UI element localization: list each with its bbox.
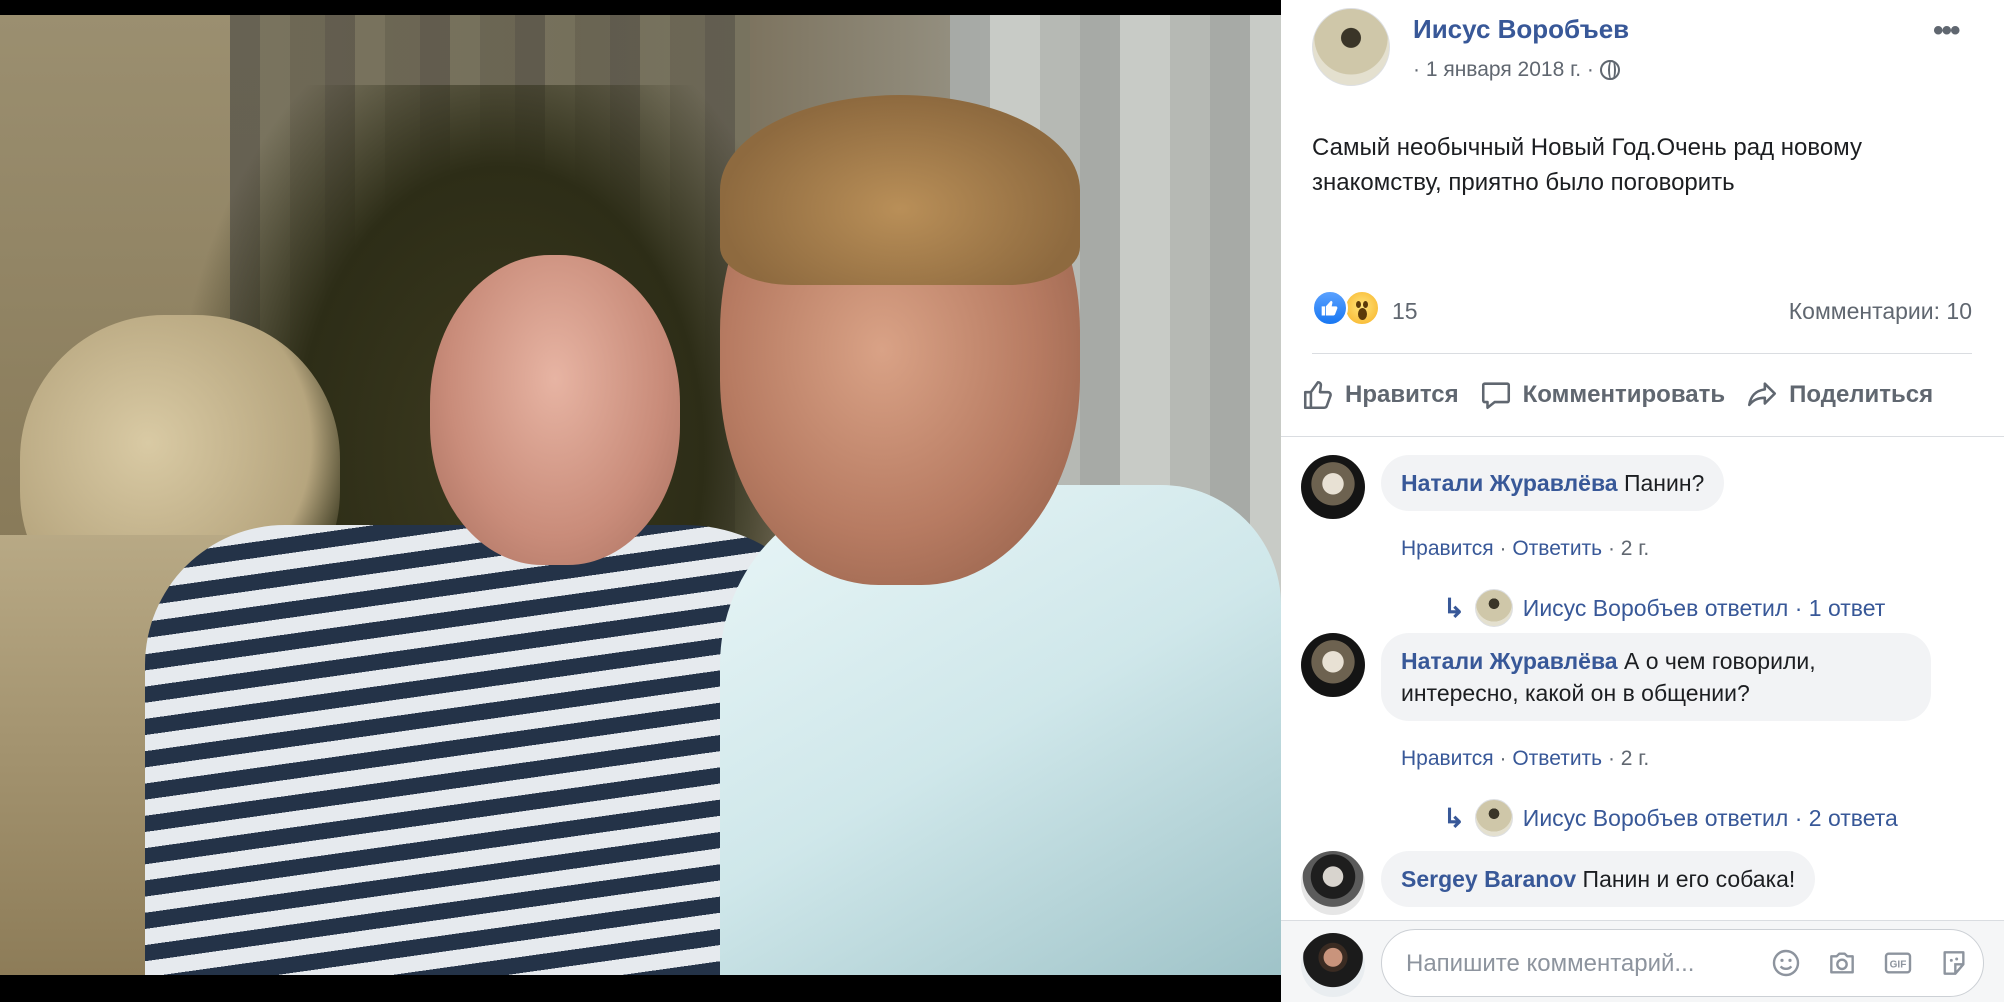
avatar[interactable] [1301,633,1365,697]
more-icon[interactable]: ••• [1933,14,1960,48]
like-label: Нравится [1345,381,1459,408]
comment-item: Натали Журавлёва А о чем говорили, интер… [1301,633,1981,837]
comment-bubble: Натали Журавлёва А о чем говорили, интер… [1381,633,1931,721]
like-reaction-icon [1312,290,1348,326]
comment-icon [1479,378,1513,412]
comment-bubble: Натали Журавлёва Панин? [1381,455,1725,511]
avatar[interactable] [1301,455,1365,519]
wow-reaction-icon [1344,290,1380,326]
comment-text: Панин и его собака! [1582,866,1796,892]
share-button[interactable]: Поделиться [1745,378,1933,412]
comment-item: Sergey Baranov Панин и его собака! [1301,851,1981,917]
post-photo[interactable] [0,15,1281,975]
sticker-icon[interactable] [1937,946,1971,980]
comment-reply-link[interactable]: Ответить [1512,537,1602,560]
replies-link[interactable]: ↳ Иисус Воробъев ответил · 2 ответа [1443,799,1898,837]
comment-reply-link[interactable]: Ответить [1512,747,1602,770]
avatar[interactable] [1301,851,1365,915]
globe-icon[interactable] [1599,60,1620,80]
author-name[interactable]: Иисус Воробъев [1413,14,1629,45]
reply-arrow-icon: ↳ [1443,802,1465,833]
comment-actions: Нравится · Ответить · 2 г. [1401,537,1650,560]
comment-label: Комментировать [1522,381,1726,408]
divider [1312,353,1972,354]
reactions-bar: 15 Комментарии: 10 [1312,290,1972,330]
comment-author[interactable]: Sergey Baranov [1401,866,1576,892]
comment-text: Панин? [1623,470,1705,496]
comment-item: Натали Журавлёва Панин? Нравится · Ответ… [1301,455,1981,627]
thumbs-up-icon [1301,378,1335,412]
gif-icon[interactable]: GIF [1881,946,1915,980]
comment-text-line-2: интересно, какой он в общении? [1401,680,1750,706]
comment-time[interactable]: 2 г. [1621,747,1649,770]
comment-author[interactable]: Натали Журавлёва [1401,470,1618,496]
comment-input-box[interactable]: GIF [1381,929,1984,997]
photo-hair [720,95,1080,285]
post-text: Самый необычный Новый Год.Очень рад ново… [1312,134,1862,196]
photo-viewer [0,0,1281,1002]
reply-author-avatar [1474,799,1513,837]
replies-link[interactable]: ↳ Иисус Воробъев ответил · 1 ответ [1443,589,1885,627]
replies-text: Иисус Воробъев ответил · 2 ответа [1522,804,1898,831]
comment-bubble: Sergey Baranov Панин и его собака! [1381,851,1816,907]
comment-composer: GIF [1281,920,2004,1002]
comment-text: А о чем говорили, [1623,648,1816,674]
author-avatar[interactable] [1312,8,1390,86]
reaction-icons[interactable] [1312,290,1380,326]
comment-like-link[interactable]: Нравится [1401,537,1494,560]
photo-person-left [430,255,680,565]
emoji-icon[interactable] [1769,946,1803,980]
comment-button[interactable]: Комментировать [1479,378,1725,412]
post-actions: Нравится Комментировать Поделиться [1301,370,1991,420]
replies-text: Иисус Воробъев ответил · 1 ответ [1522,594,1886,621]
comment-actions: Нравится · Ответить · 2 г. [1401,747,1650,770]
comments-count[interactable]: Комментарии: 10 [1789,298,1972,325]
comment-author[interactable]: Натали Журавлёва [1401,648,1618,674]
comment-like-link[interactable]: Нравится [1401,747,1494,770]
post-date[interactable]: · 1 января 2018 г. · [1413,58,1594,82]
reaction-count[interactable]: 15 [1392,298,1418,325]
post-sidebar: Иисус Воробъев · 1 января 2018 г. · ••• … [1281,0,2004,1002]
composer-icons: GIF [1769,946,1971,980]
like-button[interactable]: Нравится [1301,378,1459,412]
comment-input[interactable] [1406,944,1746,984]
share-label: Поделиться [1789,381,1934,408]
camera-icon[interactable] [1825,946,1859,980]
reply-arrow-icon: ↳ [1443,592,1465,623]
share-icon [1745,378,1779,412]
avatar[interactable] [1301,933,1365,997]
reply-author-avatar [1474,589,1513,627]
comments-list: Натали Журавлёва Панин? Нравится · Ответ… [1281,436,2004,920]
comment-time[interactable]: 2 г. [1621,537,1649,560]
post-meta: · 1 января 2018 г. · [1413,58,1620,82]
svg-text:GIF: GIF [1890,960,1907,971]
